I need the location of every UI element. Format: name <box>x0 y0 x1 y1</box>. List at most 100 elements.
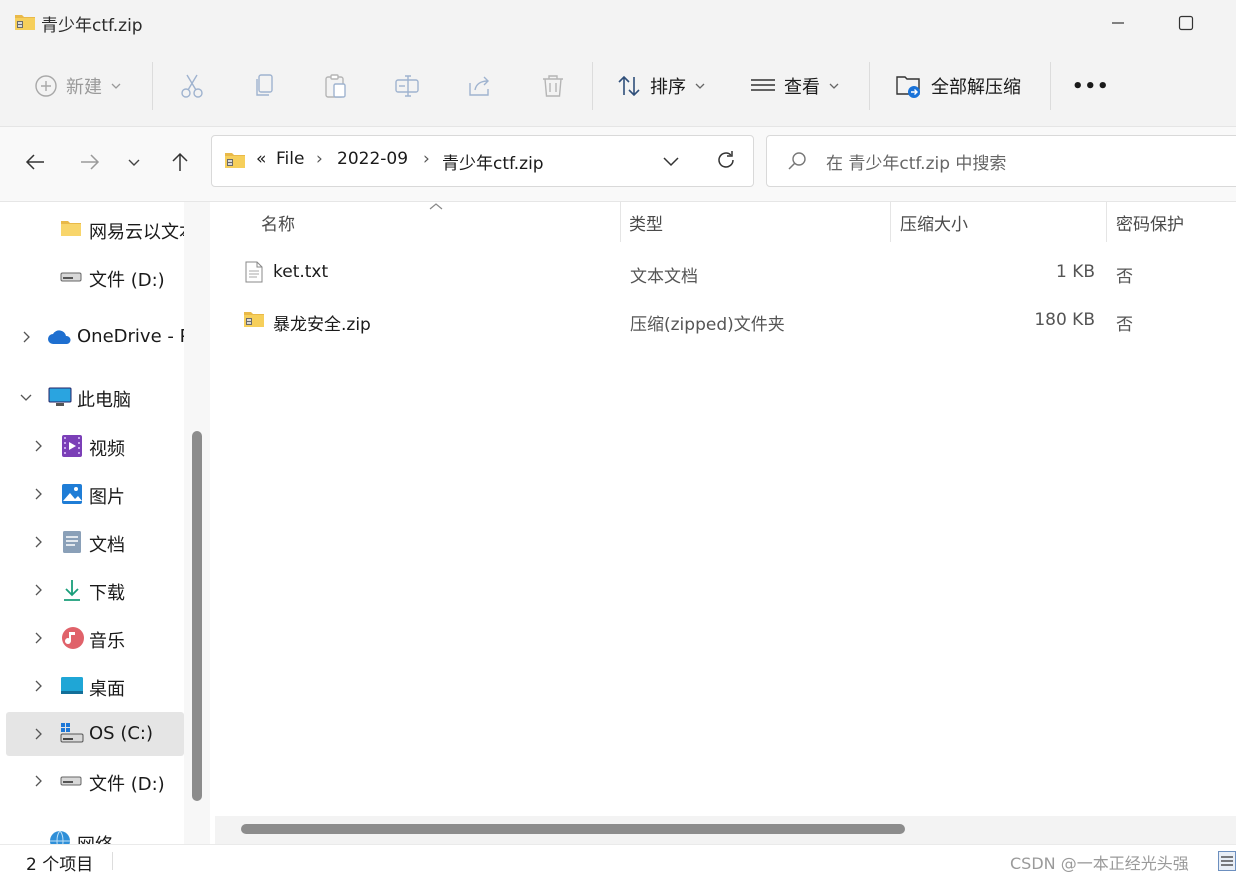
chevron-down-icon[interactable] <box>20 391 32 403</box>
sidebar-scrollbar[interactable] <box>184 202 210 844</box>
sidebar-item-label: 文件 (D:) <box>89 774 165 795</box>
column-divider[interactable] <box>890 202 891 242</box>
share-icon <box>467 73 493 99</box>
download-icon <box>62 578 82 602</box>
onedrive-icon <box>47 329 73 345</box>
file-size: 1 KB <box>1055 262 1095 282</box>
details-view-icon[interactable] <box>1218 851 1236 871</box>
sidebar-scrollbar-thumb[interactable] <box>192 431 202 801</box>
zip-folder-icon <box>14 12 36 32</box>
view-button[interactable]: 查看 <box>750 62 840 110</box>
delete-button[interactable] <box>540 62 566 110</box>
sidebar-item-label: 视频 <box>89 439 125 460</box>
minimize-button[interactable] <box>1095 8 1141 38</box>
sort-arrows-icon <box>616 73 642 99</box>
file-row[interactable]: 暴龙安全.zip 压缩(zipped)文件夹 180 KB 否 <box>241 298 1236 342</box>
copy-button[interactable] <box>252 62 278 110</box>
sidebar-item-drive-d[interactable]: 文件 (D:) <box>0 759 184 803</box>
window-title: 青少年ctf.zip <box>41 16 143 36</box>
sidebar-item-downloads[interactable]: 下载 <box>0 568 184 612</box>
status-bar: 2 个项目 CSDN @一本正经光头强 <box>0 844 1236 878</box>
sidebar-item-label: 网络 <box>77 831 113 844</box>
desktop-icon <box>60 676 84 696</box>
sidebar-item-pictures[interactable]: 图片 <box>0 472 184 516</box>
toolbar-divider <box>152 62 153 110</box>
breadcrumb-overflow[interactable]: « <box>256 149 266 169</box>
sidebar-item-desktop[interactable]: 桌面 <box>0 664 184 708</box>
sidebar-item-label: 图片 <box>89 487 125 508</box>
chevron-right-icon[interactable] <box>32 488 44 500</box>
sidebar-item-label: 此电脑 <box>77 390 131 411</box>
toolbar-divider <box>869 62 870 110</box>
file-name: ket.txt <box>273 262 329 282</box>
sort-button[interactable]: 排序 <box>616 62 706 110</box>
sidebar-item-label: OneDrive - P <box>77 326 191 347</box>
chevron-right-icon[interactable] <box>32 536 44 548</box>
new-button[interactable]: 新建 <box>34 62 122 110</box>
file-type: 文本文档 <box>630 267 698 287</box>
sidebar-item-documents[interactable]: 文档 <box>0 520 184 564</box>
file-row[interactable]: ket.txt 文本文档 1 KB 否 <box>241 250 1236 294</box>
back-button[interactable] <box>17 144 53 180</box>
network-icon <box>48 830 72 844</box>
maximize-button[interactable] <box>1163 8 1209 38</box>
breadcrumb-item[interactable]: File <box>276 149 304 169</box>
pictures-icon <box>61 483 83 505</box>
chevron-right-icon[interactable] <box>32 632 44 644</box>
rename-button[interactable] <box>394 62 420 110</box>
chevron-right-icon[interactable] <box>32 728 44 740</box>
zip-folder-icon <box>223 150 247 170</box>
sidebar-item-label: 桌面 <box>89 679 125 700</box>
address-bar[interactable]: « File › 2022-09 › 青少年ctf.zip <box>211 135 754 187</box>
column-header-type[interactable]: 类型 <box>629 202 663 242</box>
column-divider[interactable] <box>1106 202 1107 242</box>
column-divider[interactable] <box>620 202 621 242</box>
sidebar-item-network[interactable]: 网络 <box>0 820 184 844</box>
chevron-down-icon <box>828 80 840 92</box>
column-header-size[interactable]: 压缩大小 <box>900 202 968 242</box>
column-header-label: 类型 <box>629 214 663 235</box>
chevron-right-icon[interactable] <box>20 331 32 343</box>
sort-ascending-icon <box>429 202 443 210</box>
chevron-right-icon[interactable] <box>32 680 44 692</box>
column-header-password[interactable]: 密码保护 <box>1116 202 1184 242</box>
horizontal-scrollbar[interactable] <box>215 816 1236 844</box>
share-button[interactable] <box>467 62 493 110</box>
extract-all-button[interactable]: 全部解压缩 <box>895 62 1021 110</box>
column-header-label: 密码保护 <box>1116 214 1184 235</box>
sidebar-item-videos[interactable]: 视频 <box>0 424 184 468</box>
sidebar-item-onedrive[interactable]: OneDrive - P <box>0 315 190 359</box>
sidebar-item-label: 文档 <box>89 535 125 556</box>
arrow-up-icon <box>169 151 191 173</box>
sidebar-item-this-pc[interactable]: 此电脑 <box>0 375 184 419</box>
sidebar-item-os-c[interactable]: OS (C:) <box>6 712 184 756</box>
new-label: 新建 <box>66 77 102 98</box>
sidebar-item-label: 下载 <box>89 583 125 604</box>
paste-button[interactable] <box>323 62 349 110</box>
search-box[interactable]: 在 青少年ctf.zip 中搜索 <box>766 135 1236 187</box>
more-options-button[interactable]: ••• <box>1072 62 1110 110</box>
recent-locations-button[interactable] <box>116 144 152 180</box>
breadcrumb-item[interactable]: 青少年ctf.zip <box>442 149 544 174</box>
breadcrumb-separator: › <box>316 149 323 169</box>
extract-all-label: 全部解压缩 <box>931 77 1021 98</box>
horizontal-scrollbar-thumb[interactable] <box>241 824 905 834</box>
column-header-label: 名称 <box>261 214 295 235</box>
address-history-dropdown[interactable] <box>662 152 680 170</box>
sidebar-item-music[interactable]: 音乐 <box>0 616 184 660</box>
cut-button[interactable] <box>179 62 205 110</box>
item-count: 2 个项目 <box>26 855 94 875</box>
chevron-right-icon[interactable] <box>32 440 44 452</box>
chevron-right-icon[interactable] <box>32 775 44 787</box>
column-header-name[interactable]: 名称 <box>261 202 295 242</box>
refresh-icon[interactable] <box>715 149 737 171</box>
toolbar-divider <box>592 62 593 110</box>
breadcrumb-item[interactable]: 2022-09 <box>337 149 408 169</box>
chevron-right-icon[interactable] <box>32 584 44 596</box>
os-drive-icon <box>60 722 84 744</box>
sidebar-item-netease[interactable]: 网易云以文本 <box>0 207 197 251</box>
sidebar-item-drive-d[interactable]: 文件 (D:) <box>0 255 184 299</box>
chevron-down-icon <box>694 80 706 92</box>
forward-button[interactable] <box>72 144 108 180</box>
up-button[interactable] <box>162 144 198 180</box>
